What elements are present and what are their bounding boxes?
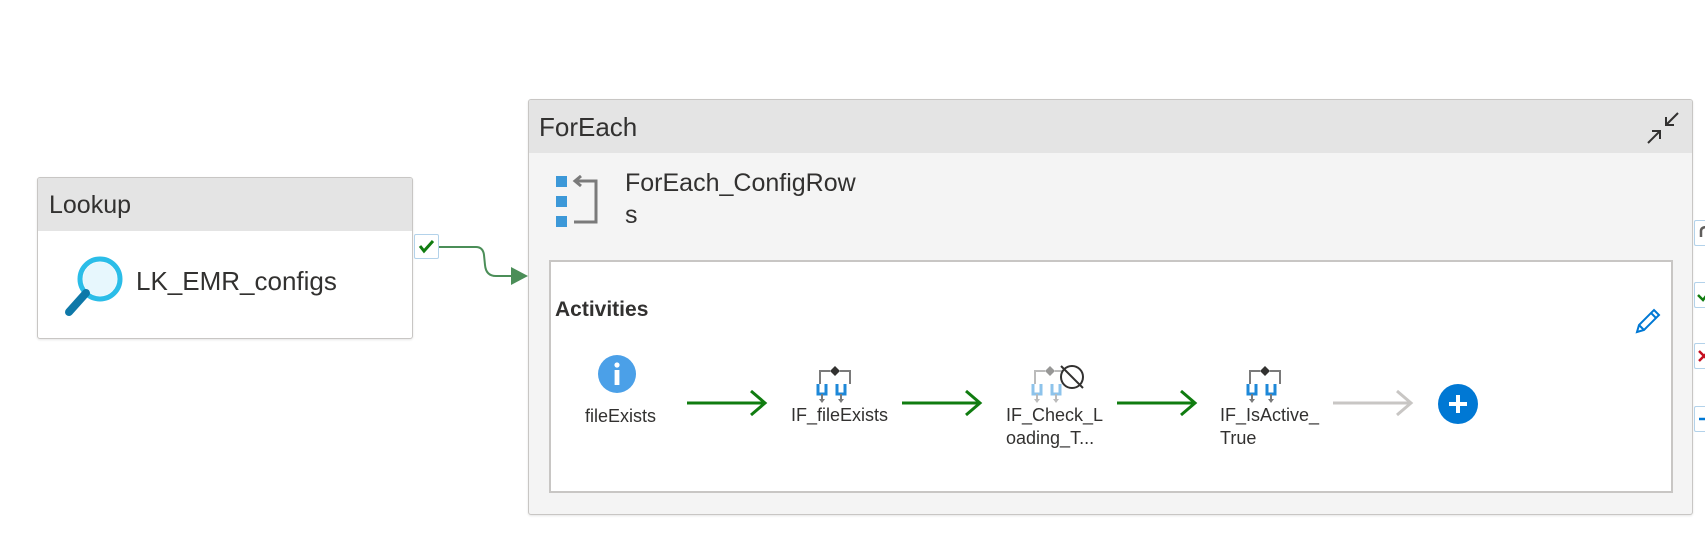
success-arrow[interactable] bbox=[902, 388, 986, 418]
activities-panel[interactable]: Activities fileExists IF_fileExists IF_C… bbox=[549, 260, 1673, 493]
lookup-activity-name: LK_EMR_configs bbox=[136, 266, 337, 296]
deactivated-icon bbox=[1060, 365, 1084, 389]
activity-label-line-1: IF_Check_L bbox=[1006, 405, 1104, 425]
lookup-to-foreach-connector[interactable] bbox=[438, 230, 534, 290]
check-icon bbox=[1697, 294, 1705, 302]
pending-arrow[interactable] bbox=[1333, 388, 1417, 418]
curved-arrow-icon bbox=[1699, 225, 1705, 237]
skip-port[interactable] bbox=[1694, 406, 1705, 432]
success-arrow[interactable] bbox=[687, 388, 771, 418]
if-condition-icon bbox=[1246, 366, 1281, 403]
lookup-activity-type: Lookup bbox=[38, 178, 412, 231]
minus-icon bbox=[1699, 417, 1705, 421]
foreach-name-line-1: ForEach_ConfigRow bbox=[625, 169, 856, 197]
foreach-name-line-2: s bbox=[625, 201, 638, 229]
activity-label-line-1: fileExists bbox=[585, 406, 657, 426]
x-icon bbox=[1698, 350, 1705, 362]
collapse-icon[interactable] bbox=[1644, 109, 1682, 147]
lookup-success-port[interactable] bbox=[414, 234, 439, 259]
pipeline-canvas[interactable]: Lookup LK_EMR_configs ForEach ForEach_Co… bbox=[0, 0, 1705, 546]
completion-port[interactable] bbox=[1694, 220, 1705, 246]
foreach-loop-icon bbox=[556, 175, 598, 227]
activity-label-line-2: True bbox=[1220, 428, 1257, 448]
activity-label-line-1: IF_fileExists bbox=[791, 405, 889, 425]
failure-port[interactable] bbox=[1694, 343, 1705, 369]
check-icon bbox=[418, 239, 435, 254]
activity-label-line-2: oading_T... bbox=[1006, 428, 1095, 448]
foreach-activity-type: ForEach bbox=[529, 100, 1692, 153]
lookup-activity[interactable]: Lookup LK_EMR_configs bbox=[37, 177, 413, 339]
activities-title: Activities bbox=[555, 298, 649, 321]
foreach-activity[interactable]: ForEach ForEach_ConfigRow s Activities f… bbox=[528, 99, 1693, 515]
foreach-activity-name: ForEach_ConfigRow s bbox=[625, 167, 875, 231]
success-arrow[interactable] bbox=[1117, 388, 1201, 418]
success-port[interactable] bbox=[1694, 282, 1705, 308]
magnifier-icon bbox=[65, 256, 123, 316]
activity-label-line-1: IF_IsActive_ bbox=[1220, 405, 1320, 425]
info-icon bbox=[598, 355, 636, 393]
add-icon[interactable] bbox=[1437, 383, 1479, 425]
pencil-icon[interactable] bbox=[1630, 305, 1664, 339]
if-condition-icon bbox=[816, 366, 851, 403]
